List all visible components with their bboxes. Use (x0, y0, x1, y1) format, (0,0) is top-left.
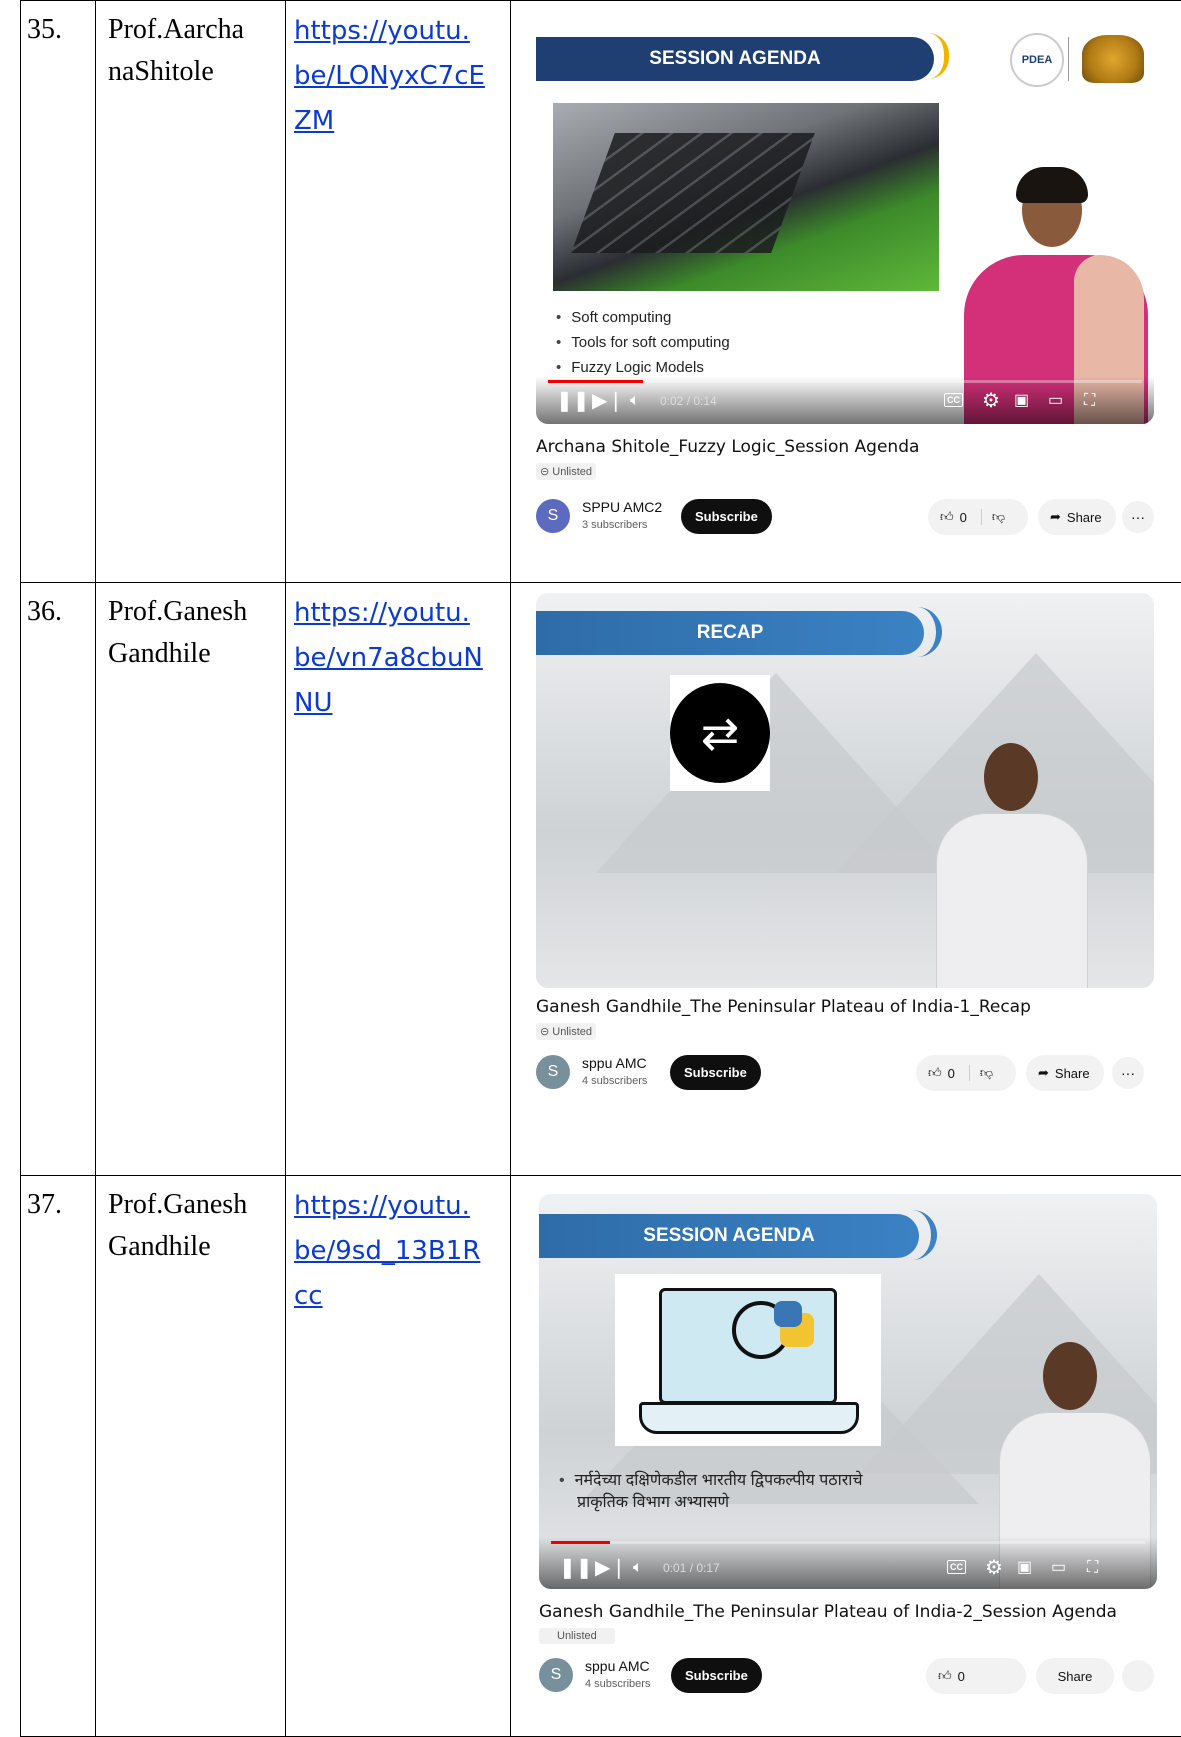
repeat-graphic: ⇄ (670, 675, 770, 791)
more-button[interactable] (1122, 1660, 1154, 1692)
agenda-bullets: नर्मदेच्या दक्षिणेकडील भारतीय द्विपकल्पी… (559, 1470, 863, 1514)
like-count: 0 (958, 1669, 965, 1684)
emblem-logo (1082, 35, 1144, 83)
logo-divider (1068, 37, 1069, 81)
avatar[interactable]: S (536, 1055, 570, 1089)
video-screenshot: RECAP ⇄ Ganesh Gandhile_The Peninsular P… (511, 583, 1181, 1176)
share-button[interactable]: ➦ Share (1038, 499, 1116, 535)
video-screenshot: SESSION AGENDA नर्मदेच्या दक्षिणेकडील भा… (511, 1176, 1181, 1737)
like-dislike-pill[interactable]: 👍︎ 0 👎︎ (916, 1055, 1016, 1091)
slide-banner: SESSION AGENDA (536, 37, 934, 81)
time-display: 0:02 / 0:14 (660, 394, 717, 408)
faculty-name: Prof.Aarcha naShitole (96, 1, 285, 93)
unlisted-badge: ⊝ Unlisted (536, 1023, 596, 1040)
channel-name[interactable]: sppu AMC (582, 1055, 647, 1071)
unlisted-badge: Unlisted (539, 1628, 615, 1644)
play-pause-icon[interactable]: ❚❚ (556, 391, 590, 411)
table-row: 35. Prof.Aarcha naShitole https://youtu.… (21, 1, 1181, 583)
video-player[interactable]: SESSION AGENDA PDEA Soft computing Tools… (536, 23, 1154, 424)
pdea-logo: PDEA (1010, 33, 1064, 87)
theater-icon[interactable]: ▭ (1051, 1558, 1066, 1578)
video-player[interactable]: SESSION AGENDA नर्मदेच्या दक्षिणेकडील भा… (539, 1194, 1157, 1589)
like-icon[interactable]: 👍︎ (938, 1668, 952, 1684)
like-count: 0 (948, 1066, 955, 1081)
subscribe-button[interactable]: Subscribe (671, 1658, 762, 1693)
table-row: 37. Prof.Ganesh Gandhile https://youtu. … (21, 1176, 1181, 1737)
video-link[interactable]: https://youtu. be/9sd_13B1R cc (286, 1176, 510, 1319)
miniplayer-icon[interactable]: ▣ (1017, 1558, 1032, 1578)
agenda-bullets: Soft computing Tools for soft computing … (556, 305, 730, 380)
dislike-icon[interactable]: 👎︎ (969, 1065, 993, 1081)
dislike-icon[interactable]: 👎︎ (981, 509, 1005, 525)
share-button[interactable]: ➦ Share (1026, 1055, 1104, 1091)
subscribe-button[interactable]: Subscribe (670, 1055, 761, 1090)
captions-button[interactable]: CC (944, 393, 963, 407)
time-display: 0:01 / 0:17 (663, 1561, 720, 1575)
avatar[interactable]: S (536, 499, 570, 533)
keyboard-keys (571, 133, 815, 253)
next-icon[interactable]: ▶❘ (592, 391, 624, 411)
video-title: Ganesh Gandhile_The Peninsular Plateau o… (536, 997, 1031, 1017)
share-icon: ➦ (1038, 1065, 1049, 1081)
theater-icon[interactable]: ▭ (1048, 391, 1063, 411)
progress-bar[interactable] (548, 380, 1142, 383)
like-dislike-pill[interactable]: 👍︎ 0 👎︎ (928, 499, 1028, 535)
slide-banner: SESSION AGENDA (539, 1214, 919, 1258)
like-icon[interactable]: 👍︎ (928, 1065, 942, 1081)
channel-name[interactable]: SPPU AMC2 (582, 499, 662, 515)
row-number: 36. (21, 583, 95, 633)
faculty-name: Prof.Ganesh Gandhile (96, 583, 285, 675)
share-icon: ➦ (1050, 509, 1061, 525)
subscriber-count: 4 subscribers (585, 1678, 650, 1690)
row-number: 37. (21, 1176, 95, 1226)
subscriber-count: 3 subscribers (582, 519, 647, 531)
faculty-name: Prof.Ganesh Gandhile (96, 1176, 285, 1268)
fullscreen-icon[interactable]: ⛶ (1087, 1558, 1098, 1578)
progress-bar[interactable] (551, 1541, 1145, 1544)
video-screenshot: SESSION AGENDA PDEA Soft computing Tools… (511, 1, 1181, 583)
like-count: 0 (960, 510, 967, 525)
volume-icon[interactable]: 🔈︎ (633, 1558, 643, 1578)
miniplayer-icon[interactable]: ▣ (1014, 391, 1029, 411)
fullscreen-icon[interactable]: ⛶ (1084, 391, 1095, 411)
video-link[interactable]: https://youtu. be/vn7a8cbuN NU (286, 583, 510, 726)
laptop-chart-icon (615, 1274, 881, 1446)
video-player[interactable]: RECAP ⇄ (536, 593, 1154, 988)
captions-button[interactable]: CC (947, 1560, 966, 1574)
presenter (936, 743, 1086, 988)
share-button[interactable]: Share (1036, 1658, 1114, 1694)
settings-icon[interactable]: ⚙ (982, 391, 1000, 411)
more-icon[interactable]: ··· (1122, 501, 1154, 533)
slide-banner: RECAP (536, 611, 924, 655)
channel-name[interactable]: sppu AMC (585, 1658, 650, 1674)
more-icon[interactable]: ··· (1112, 1057, 1144, 1089)
like-icon[interactable]: 👍︎ (940, 509, 954, 525)
laptop-photo (553, 103, 939, 291)
faculty-video-table: 35. Prof.Aarcha naShitole https://youtu.… (20, 0, 1181, 1737)
subscribe-button[interactable]: Subscribe (681, 499, 772, 534)
repeat-icon: ⇄ (670, 683, 770, 783)
video-title: Ganesh Gandhile_The Peninsular Plateau o… (539, 1602, 1117, 1622)
avatar[interactable]: S (539, 1658, 573, 1692)
unlisted-badge: ⊝ Unlisted (536, 463, 596, 480)
video-title: Archana Shitole_Fuzzy Logic_Session Agen… (536, 437, 919, 457)
row-number: 35. (21, 1, 95, 51)
next-icon[interactable]: ▶❘ (595, 1558, 627, 1578)
volume-icon[interactable]: 🔈︎ (630, 391, 640, 411)
video-link[interactable]: https://youtu. be/LONyxC7cE ZM (286, 1, 510, 144)
like-pill[interactable]: 👍︎ 0 (926, 1658, 1026, 1694)
play-pause-icon[interactable]: ❚❚ (559, 1558, 593, 1578)
youtube-card: SESSION AGENDA नर्मदेच्या दक्षिणेकडील भा… (536, 1194, 1154, 1724)
settings-icon[interactable]: ⚙ (985, 1558, 1003, 1578)
banner-arc (928, 33, 949, 79)
table-row: 36. Prof.Ganesh Gandhile https://youtu. … (21, 583, 1181, 1176)
youtube-card: SESSION AGENDA PDEA Soft computing Tools… (536, 23, 1154, 543)
youtube-card: RECAP ⇄ Ganesh Gandhile_The Peninsular P… (536, 593, 1154, 1113)
subscriber-count: 4 subscribers (582, 1075, 647, 1087)
